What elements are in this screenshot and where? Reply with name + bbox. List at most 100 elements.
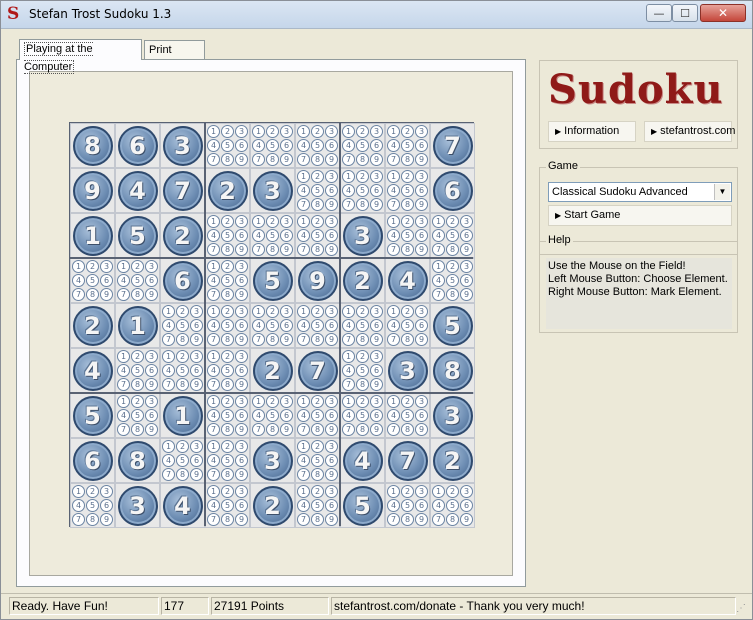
candidate-digit[interactable]: 3 (235, 125, 248, 138)
board-cell[interactable]: 123 456 789 (340, 123, 385, 168)
candidate-digit[interactable]: 8 (131, 288, 144, 301)
candidate-digit[interactable]: 2 (356, 305, 369, 318)
candidate-digit[interactable]: 5 (176, 454, 189, 467)
candidate-digit[interactable]: 2 (266, 395, 279, 408)
candidate-digit[interactable]: 4 (252, 229, 265, 242)
candidate-digit[interactable]: 3 (235, 260, 248, 273)
candidate-digit[interactable]: 7 (162, 333, 175, 346)
candidate-digit[interactable]: 7 (72, 513, 85, 526)
candidate-digit[interactable]: 7 (207, 378, 220, 391)
board-cell[interactable]: 123 456 789 (385, 483, 430, 528)
candidate-digit[interactable]: 4 (252, 139, 265, 152)
board-cell[interactable]: 123 456 789 (430, 258, 475, 303)
candidate-digit[interactable]: 3 (145, 395, 158, 408)
candidate-digit[interactable]: 8 (176, 378, 189, 391)
candidate-digit[interactable]: 9 (325, 333, 338, 346)
board-cell[interactable]: 123 456 789 (70, 483, 115, 528)
candidate-digit[interactable]: 4 (162, 319, 175, 332)
candidate-digit[interactable]: 4 (432, 274, 445, 287)
candidate-digit[interactable]: 9 (415, 333, 428, 346)
candidate-digit[interactable]: 3 (415, 170, 428, 183)
candidate-digit[interactable]: 2 (266, 215, 279, 228)
candidate-digit[interactable]: 8 (401, 153, 414, 166)
candidate-digit[interactable]: 8 (176, 333, 189, 346)
candidate-digit[interactable]: 7 (387, 423, 400, 436)
candidate-digit[interactable]: 6 (415, 409, 428, 422)
board-cell[interactable]: 123 456 789 (340, 393, 385, 438)
candidate-digit[interactable]: 8 (446, 288, 459, 301)
candidate-digit[interactable]: 1 (297, 440, 310, 453)
candidate-digit[interactable]: 1 (207, 215, 220, 228)
candidate-digit[interactable]: 5 (221, 364, 234, 377)
candidate-digit[interactable]: 9 (370, 378, 383, 391)
board-cell[interactable]: 123 456 789 (340, 348, 385, 393)
candidate-digit[interactable]: 6 (235, 454, 248, 467)
candidate-digit[interactable]: 3 (325, 395, 338, 408)
candidate-digit[interactable]: 9 (145, 423, 158, 436)
candidate-digit[interactable]: 8 (221, 423, 234, 436)
candidate-digit[interactable]: 7 (72, 288, 85, 301)
candidate-digit[interactable]: 8 (356, 378, 369, 391)
board-cell[interactable]: 5 (115, 213, 160, 258)
board-cell[interactable]: 5 (430, 303, 475, 348)
candidate-digit[interactable]: 9 (235, 513, 248, 526)
candidate-digit[interactable]: 6 (325, 319, 338, 332)
candidate-digit[interactable]: 3 (145, 260, 158, 273)
candidate-digit[interactable]: 4 (387, 319, 400, 332)
candidate-digit[interactable]: 2 (401, 170, 414, 183)
candidate-digit[interactable]: 7 (252, 153, 265, 166)
candidate-digit[interactable]: 2 (266, 125, 279, 138)
candidate-digit[interactable]: 4 (252, 409, 265, 422)
candidate-digit[interactable]: 4 (207, 229, 220, 242)
candidate-digit[interactable]: 7 (117, 423, 130, 436)
board-cell[interactable]: 5 (340, 483, 385, 528)
candidate-digit[interactable]: 3 (325, 170, 338, 183)
candidate-digit[interactable]: 9 (190, 333, 203, 346)
candidate-digit[interactable]: 6 (235, 139, 248, 152)
board-cell[interactable]: 123 456 789 (205, 213, 250, 258)
board-cell[interactable]: 2 (250, 483, 295, 528)
candidate-digit[interactable]: 1 (297, 485, 310, 498)
candidate-digit[interactable]: 5 (221, 139, 234, 152)
candidate-digit[interactable]: 4 (117, 364, 130, 377)
candidate-digit[interactable]: 3 (415, 395, 428, 408)
candidate-digit[interactable]: 5 (311, 409, 324, 422)
board-cell[interactable]: 7 (160, 168, 205, 213)
board-cell[interactable]: 123 456 789 (115, 393, 160, 438)
candidate-digit[interactable]: 9 (280, 423, 293, 436)
candidate-digit[interactable]: 9 (235, 468, 248, 481)
candidate-digit[interactable]: 4 (342, 184, 355, 197)
candidate-digit[interactable]: 6 (415, 184, 428, 197)
candidate-digit[interactable]: 4 (432, 499, 445, 512)
tab-playing-at-computer[interactable]: Playing at the Computer (19, 39, 142, 74)
candidate-digit[interactable]: 2 (221, 440, 234, 453)
candidate-digit[interactable]: 4 (72, 274, 85, 287)
candidate-digit[interactable]: 5 (221, 274, 234, 287)
board-cell[interactable]: 123 456 789 (205, 303, 250, 348)
candidate-digit[interactable]: 5 (446, 274, 459, 287)
candidate-digit[interactable]: 7 (432, 513, 445, 526)
candidate-digit[interactable]: 7 (297, 513, 310, 526)
candidate-digit[interactable]: 2 (446, 260, 459, 273)
start-game-button[interactable]: ▶ Start Game (548, 205, 732, 226)
candidate-digit[interactable]: 9 (370, 423, 383, 436)
candidate-digit[interactable]: 8 (311, 333, 324, 346)
candidate-digit[interactable]: 4 (252, 319, 265, 332)
candidate-digit[interactable]: 9 (415, 513, 428, 526)
candidate-digit[interactable]: 8 (311, 423, 324, 436)
candidate-digit[interactable]: 7 (342, 423, 355, 436)
candidate-digit[interactable]: 1 (297, 215, 310, 228)
candidate-digit[interactable]: 5 (401, 319, 414, 332)
maximize-button[interactable]: ☐ (672, 4, 698, 22)
candidate-digit[interactable]: 7 (342, 333, 355, 346)
candidate-digit[interactable]: 8 (221, 378, 234, 391)
candidate-digit[interactable]: 3 (145, 350, 158, 363)
board-cell[interactable]: 123 456 789 (70, 258, 115, 303)
candidate-digit[interactable]: 4 (117, 409, 130, 422)
candidate-digit[interactable]: 2 (221, 485, 234, 498)
candidate-digit[interactable]: 3 (100, 260, 113, 273)
candidate-digit[interactable]: 5 (356, 364, 369, 377)
candidate-digit[interactable]: 2 (311, 170, 324, 183)
candidate-digit[interactable]: 4 (162, 364, 175, 377)
candidate-digit[interactable]: 9 (370, 153, 383, 166)
